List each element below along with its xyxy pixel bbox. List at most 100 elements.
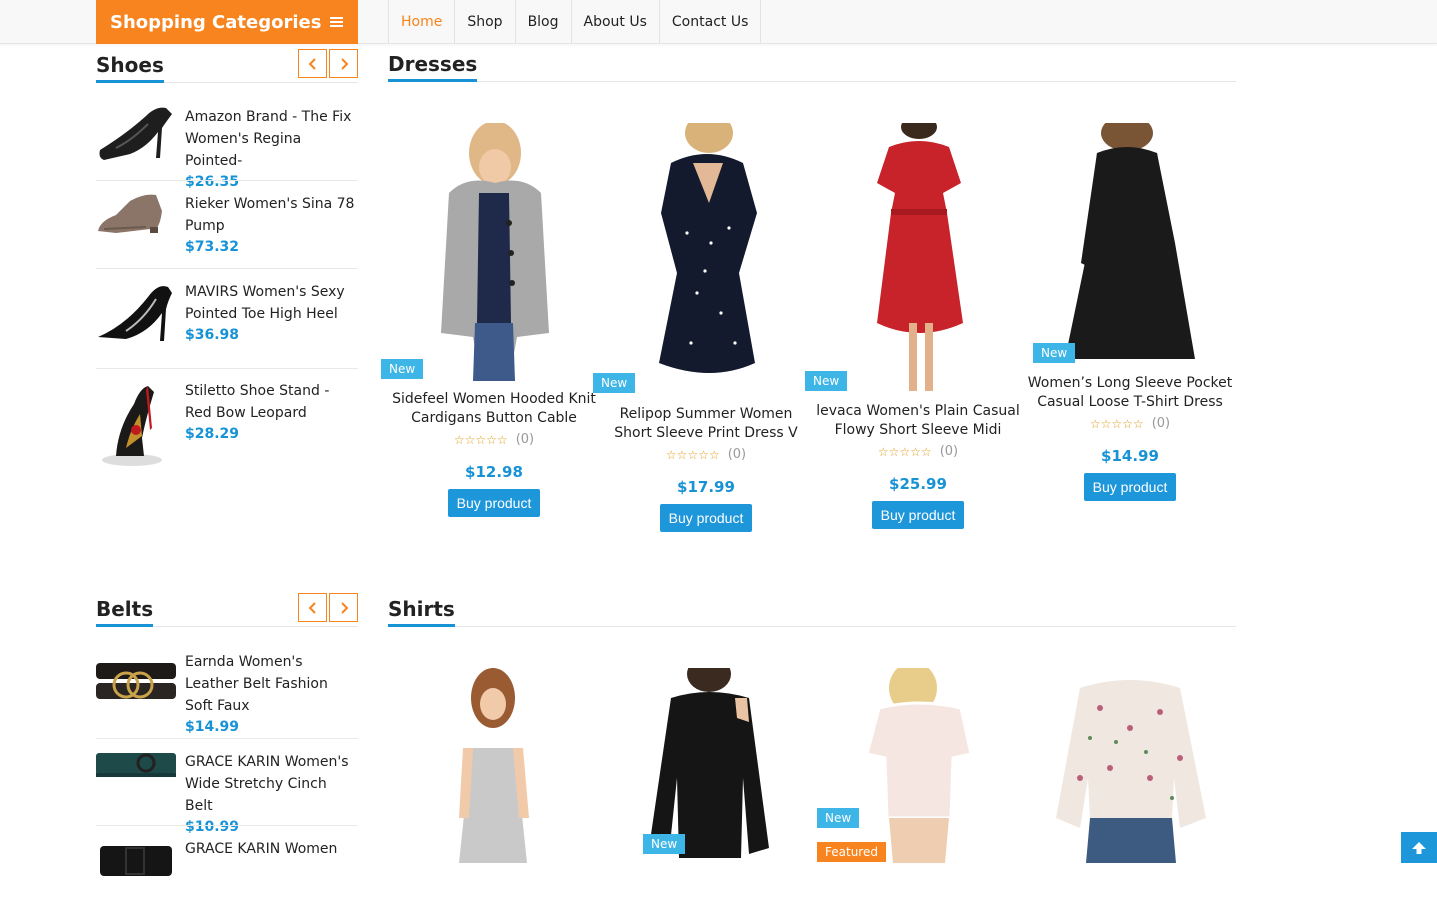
red-dress-image bbox=[843, 123, 993, 393]
buy-product-button[interactable]: Buy product bbox=[660, 504, 753, 532]
product-price: $73.32 bbox=[185, 237, 358, 257]
nav-home[interactable]: Home bbox=[389, 0, 455, 44]
product-image[interactable]: New bbox=[631, 123, 781, 396]
rating: ☆☆☆☆☆ (0) bbox=[1024, 416, 1236, 431]
product-price: $10.99 bbox=[185, 817, 358, 837]
new-badge: New bbox=[805, 371, 847, 391]
product-card: New levaca Women's Plain Casual Flowy Sh… bbox=[812, 123, 1024, 529]
belts-carousel-controls bbox=[298, 593, 358, 622]
product-image[interactable] bbox=[1050, 668, 1210, 863]
new-badge: New bbox=[643, 834, 685, 854]
shoes-title: Shoes bbox=[96, 53, 164, 83]
shirts-title: Shirts bbox=[388, 597, 455, 627]
product-title[interactable]: GRACE KARIN Women's Wide Stretchy Cinch … bbox=[185, 751, 358, 817]
product-image[interactable]: New bbox=[419, 123, 569, 381]
product-title[interactable]: Stiletto Shoe Stand - Red Bow Leopard bbox=[185, 380, 358, 424]
list-item[interactable]: Stiletto Shoe Stand - Red Bow Leopard $2… bbox=[96, 378, 358, 468]
mesh-crop-top-image bbox=[843, 668, 993, 863]
wide-belt-image bbox=[96, 836, 176, 900]
product-title[interactable]: Earnda Women's Leather Belt Fashion Soft… bbox=[185, 651, 358, 717]
product-price: $12.98 bbox=[388, 463, 600, 481]
new-badge: New bbox=[381, 359, 423, 379]
cardigan-image bbox=[419, 123, 569, 381]
product-card bbox=[1024, 668, 1236, 863]
belts-prev-button[interactable] bbox=[298, 593, 327, 622]
chevron-left-icon bbox=[308, 602, 318, 614]
product-image[interactable] bbox=[419, 668, 569, 863]
product-title[interactable]: GRACE KARIN Women bbox=[185, 838, 337, 860]
product-card: New Women’s Long Sleeve Pocket Casual Lo… bbox=[1024, 123, 1236, 501]
star-rating-icon: ☆☆☆☆☆ bbox=[1090, 417, 1144, 431]
product-card bbox=[388, 668, 600, 863]
shoes-carousel-controls bbox=[298, 49, 358, 78]
scroll-to-top-button[interactable] bbox=[1401, 832, 1437, 863]
chevron-right-icon bbox=[339, 602, 349, 614]
divider bbox=[96, 825, 358, 826]
product-title[interactable]: Relipop Summer Women Short Sleeve Print … bbox=[600, 405, 812, 443]
polka-dress-image bbox=[631, 123, 781, 396]
chevron-right-icon bbox=[339, 58, 349, 70]
product-image[interactable]: New Featured bbox=[843, 668, 993, 863]
product-title[interactable]: Women’s Long Sleeve Pocket Casual Loose … bbox=[1024, 374, 1236, 412]
tank-top-image bbox=[419, 668, 569, 863]
list-item[interactable]: GRACE KARIN Women bbox=[96, 836, 358, 900]
product-price: $14.99 bbox=[1024, 447, 1236, 465]
list-item[interactable]: Rieker Women's Sina 78 Pump $73.32 bbox=[96, 191, 358, 257]
product-price: $14.99 bbox=[185, 717, 358, 737]
product-title[interactable]: MAVIRS Women's Sexy Pointed Toe High Hee… bbox=[185, 281, 358, 325]
nav-shop[interactable]: Shop bbox=[455, 0, 515, 44]
star-rating-icon: ☆☆☆☆☆ bbox=[878, 445, 932, 459]
divider bbox=[96, 738, 358, 739]
black-tshirt-dress-image bbox=[1055, 123, 1205, 365]
rating: ☆☆☆☆☆ (0) bbox=[812, 444, 1024, 459]
rating: ☆☆☆☆☆ (0) bbox=[388, 432, 600, 447]
shoe-stand-image bbox=[96, 378, 176, 468]
list-item[interactable]: MAVIRS Women's Sexy Pointed Toe High Hee… bbox=[96, 279, 358, 345]
bootie-image bbox=[96, 191, 176, 255]
new-badge: New bbox=[593, 373, 635, 393]
shoes-prev-button[interactable] bbox=[298, 49, 327, 78]
rating-count: (0) bbox=[1152, 416, 1170, 431]
shoes-section-header: Shoes bbox=[96, 52, 358, 83]
nav-about-us[interactable]: About Us bbox=[572, 0, 660, 44]
list-item[interactable]: Earnda Women's Leather Belt Fashion Soft… bbox=[96, 649, 358, 737]
rating: ☆☆☆☆☆ (0) bbox=[600, 447, 812, 462]
chevron-left-icon bbox=[308, 58, 318, 70]
list-item[interactable]: Amazon Brand - The Fix Women's Regina Po… bbox=[96, 104, 358, 192]
divider bbox=[96, 368, 358, 369]
product-card: New Featured bbox=[812, 668, 1024, 863]
product-title[interactable]: Rieker Women's Sina 78 Pump bbox=[185, 193, 358, 237]
shopping-categories-button[interactable]: Shopping Categories bbox=[96, 0, 358, 44]
product-image[interactable]: New bbox=[843, 123, 993, 393]
divider bbox=[96, 268, 358, 269]
product-price: $25.99 bbox=[812, 475, 1024, 493]
product-card: New Relipop Summer Women Short Sleeve Pr… bbox=[600, 123, 812, 532]
star-rating-icon: ☆☆☆☆☆ bbox=[666, 448, 720, 462]
product-price: $28.29 bbox=[185, 424, 358, 444]
product-price: $17.99 bbox=[600, 478, 812, 496]
rating-count: (0) bbox=[516, 432, 534, 447]
product-image[interactable]: New bbox=[1055, 123, 1205, 365]
leather-belt-image bbox=[96, 649, 176, 713]
product-title[interactable]: levaca Women's Plain Casual Flowy Short … bbox=[812, 402, 1024, 440]
product-price: $26.35 bbox=[185, 172, 358, 192]
buy-product-button[interactable]: Buy product bbox=[872, 501, 965, 529]
shirts-section-header: Shirts bbox=[388, 596, 1236, 627]
product-title[interactable]: Sidefeel Women Hooded Knit Cardigans But… bbox=[388, 390, 600, 428]
list-item[interactable]: GRACE KARIN Women's Wide Stretchy Cinch … bbox=[96, 749, 358, 837]
product-card: New Sidefeel Women Hooded Knit Cardigans… bbox=[388, 123, 600, 517]
dresses-title: Dresses bbox=[388, 52, 477, 82]
patent-heel-image bbox=[96, 279, 176, 343]
nav-contact-us[interactable]: Contact Us bbox=[660, 0, 761, 44]
belts-next-button[interactable] bbox=[329, 593, 358, 622]
nav-blog[interactable]: Blog bbox=[516, 0, 572, 44]
buy-product-button[interactable]: Buy product bbox=[1084, 473, 1177, 501]
shopping-categories-label: Shopping Categories bbox=[110, 12, 321, 33]
product-image[interactable]: New bbox=[631, 668, 781, 863]
belts-title: Belts bbox=[96, 597, 153, 627]
product-title[interactable]: Amazon Brand - The Fix Women's Regina Po… bbox=[185, 106, 358, 172]
floral-blouse-image bbox=[1050, 668, 1210, 863]
shoes-next-button[interactable] bbox=[329, 49, 358, 78]
rating-count: (0) bbox=[940, 444, 958, 459]
buy-product-button[interactable]: Buy product bbox=[448, 489, 541, 517]
